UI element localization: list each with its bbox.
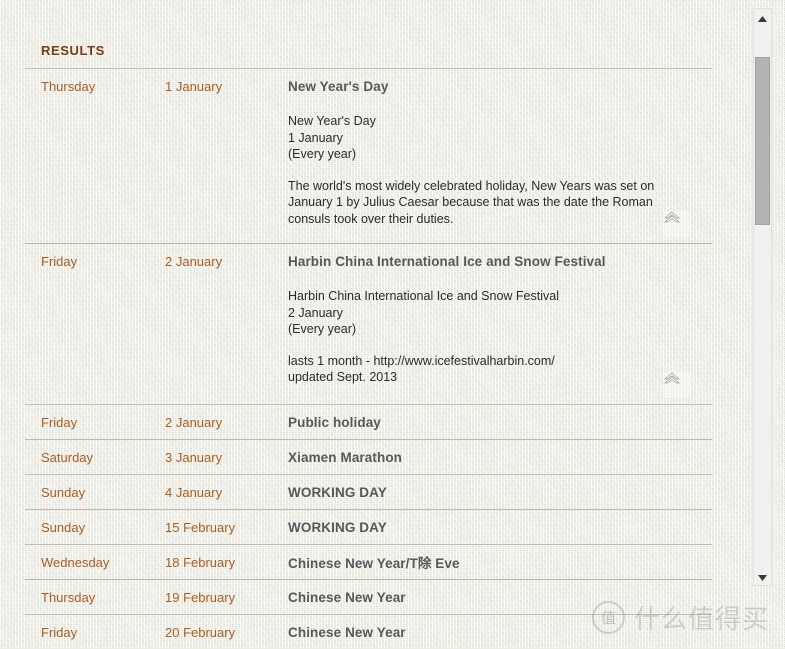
cell-weekday: Thursday — [41, 589, 96, 605]
cell-event-title: New Year's Day — [288, 78, 389, 94]
watermark-text: 什么值得买 — [633, 605, 769, 635]
cell-event-title: Chinese New Year/T除 Eve — [288, 556, 460, 571]
table-row-summary[interactable]: Saturday 3 January Xiamen Marathon — [25, 440, 712, 474]
scroll-down-button[interactable] — [754, 568, 771, 585]
results-panel: RESULTS Thursday 1 January New Year's Day N… — [0, 0, 733, 648]
cell-weekday: Wednesday — [41, 554, 110, 570]
detail-summary: New Year's Day 1 January (Every year) — [288, 113, 666, 163]
results-table: Thursday 1 January New Year's Day New Year'… — [25, 68, 712, 649]
cell-weekday: Saturday — [41, 449, 94, 465]
detail-description: The world's most widely celebrated holid… — [288, 178, 666, 228]
cell-date: 19 February — [165, 589, 236, 605]
cell-date: 2 January — [165, 414, 223, 430]
cell-date: 20 February — [165, 624, 236, 640]
cell-event-title: WORKING DAY — [288, 484, 387, 500]
detail-description-line: lasts 1 month - http://www.icefestivalha… — [288, 353, 555, 368]
cell-event-title: Xiamen Marathon — [288, 449, 403, 465]
cell-event-title: Public holiday — [288, 414, 381, 430]
cell-date: 2 January — [165, 253, 223, 269]
detail-date: 1 January — [288, 130, 343, 145]
scroll-up-button[interactable] — [754, 9, 771, 26]
detail-recurrence: (Every year) — [288, 147, 357, 161]
table-row[interactable]: Sunday 15 February WORKING DAY — [25, 509, 712, 544]
collapse-button[interactable] — [664, 211, 690, 237]
detail-summary: Harbin China International Ice and Snow … — [288, 288, 666, 338]
chevron-up-double-icon — [664, 211, 690, 223]
table-row[interactable]: Friday 2 January Public holiday — [25, 404, 712, 439]
cell-weekday: Thursday — [41, 78, 96, 94]
table-row[interactable]: Saturday 3 January Xiamen Marathon — [25, 439, 712, 474]
table-row-summary[interactable]: Thursday 1 January New Year's Day — [25, 69, 712, 103]
chevron-up-double-icon — [664, 372, 690, 384]
detail-date: 2 January — [288, 305, 343, 320]
detail-name: Harbin China International Ice and Snow … — [288, 289, 559, 303]
detail-description-line: consuls took over their duties. — [288, 211, 454, 226]
cell-date: 1 January — [165, 78, 223, 94]
scrollbar-thumb[interactable] — [755, 57, 770, 225]
table-row-summary[interactable]: Friday 2 January Public holiday — [25, 405, 712, 439]
detail-description-line: January 1 by Julius Caesar because that … — [288, 195, 653, 209]
detail-name: New Year's Day — [288, 114, 376, 128]
detail-description: lasts 1 month - http://www.icefestivalha… — [288, 353, 666, 386]
collapse-button[interactable] — [664, 372, 690, 398]
table-row[interactable]: Wednesday 18 February Chinese New Year/T除 … — [25, 544, 712, 579]
cell-weekday: Friday — [41, 414, 78, 430]
table-row[interactable]: Thursday 1 January New Year's Day New Year'… — [25, 68, 712, 243]
cell-weekday: Sunday — [41, 484, 86, 500]
table-row[interactable]: Sunday 4 January WORKING DAY — [25, 474, 712, 509]
vertical-scrollbar[interactable] — [753, 8, 772, 586]
triangle-up-icon — [758, 9, 767, 27]
cell-date: 15 February — [165, 519, 236, 535]
cell-weekday: Sunday — [41, 519, 86, 535]
cell-event-title: Harbin China International Ice and Snow … — [288, 253, 606, 269]
cell-date: 3 January — [165, 449, 223, 465]
table-row-summary[interactable]: Wednesday 18 February Chinese New Year/T除 … — [25, 545, 712, 579]
detail-description-line: The world's most widely celebrated holid… — [288, 178, 655, 193]
table-row-summary[interactable]: Sunday 15 February WORKING DAY — [25, 510, 712, 544]
cell-event-title: WORKING DAY — [288, 519, 387, 535]
table-row-summary[interactable]: Sunday 4 January WORKING DAY — [25, 475, 712, 509]
watermark: 值 什么值得买 — [591, 599, 769, 636]
page-title: RESULTS — [41, 43, 105, 58]
event-detail-panel: Harbin China International Ice and Snow … — [25, 278, 712, 404]
cell-weekday: Friday — [41, 624, 78, 640]
cell-date: 18 February — [165, 554, 236, 570]
triangle-down-icon — [758, 568, 767, 586]
watermark-badge: 值 — [591, 601, 625, 634]
table-row[interactable]: Friday 2 January Harbin China Internationa… — [25, 243, 712, 404]
cell-date: 4 January — [165, 484, 223, 500]
event-detail-panel: New Year's Day 1 January (Every year) The w… — [25, 103, 712, 243]
detail-recurrence: (Every year) — [288, 322, 357, 336]
detail-description-line: updated Sept. 2013 — [288, 370, 398, 384]
table-row-summary[interactable]: Friday 2 January Harbin China Internationa… — [25, 244, 712, 278]
cell-weekday: Friday — [41, 253, 78, 269]
